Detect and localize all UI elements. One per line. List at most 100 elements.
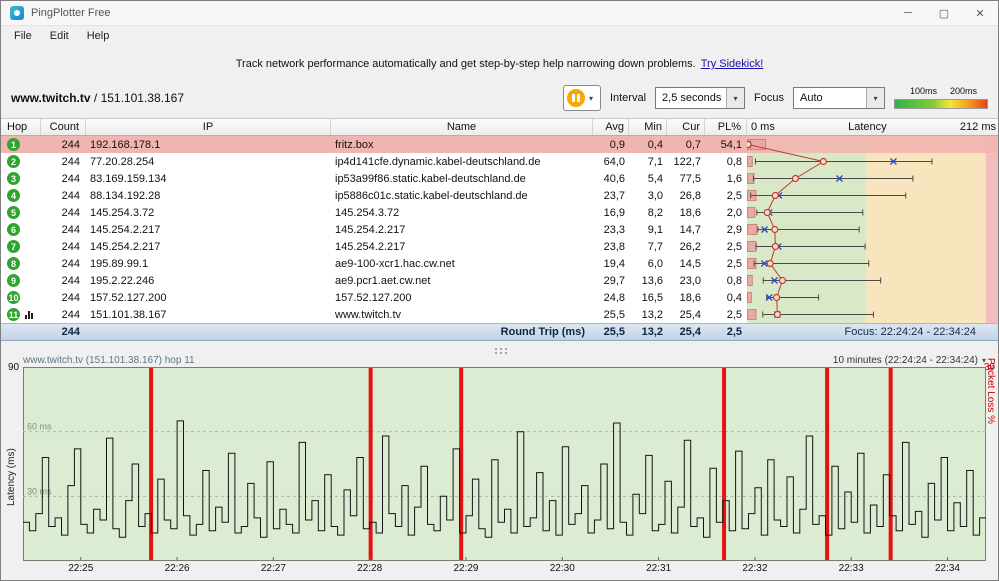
cell-hop: 3	[1, 170, 41, 187]
cell-hop: 10	[1, 289, 41, 306]
table-row[interactable]: 9 244 195.2.22.246 ae9.pcr1.aet.cw.net 29,7 1…	[1, 272, 747, 289]
cell-hop: 11	[1, 306, 41, 323]
table-row[interactable]: 5 244 145.254.3.72 145.254.3.72 16,9 8,2 18,6 2…	[1, 204, 747, 221]
cell-name: ae9-100-xcr1.hac.cw.net	[335, 257, 455, 270]
hop-latency-svg	[747, 136, 998, 323]
cell-ip: 145.254.2.217	[90, 223, 161, 236]
cell-min: 6,0	[647, 257, 663, 270]
svg-text:60 ms: 60 ms	[27, 422, 52, 432]
cell-count: 244	[61, 172, 80, 185]
table-row[interactable]: 10 244 157.52.127.200 157.52.127.200 24,8 16,…	[1, 289, 747, 306]
menu-edit[interactable]: Edit	[41, 28, 78, 44]
cell-avg: 0,9	[609, 138, 625, 151]
table-row[interactable]: 6 244 145.254.2.217 145.254.2.217 23,3 9,1 14,…	[1, 221, 747, 238]
table-row[interactable]: 8 244 195.89.99.1 ae9-100-xcr1.hac.cw.net 19…	[1, 255, 747, 272]
rt-pl: 2,5	[726, 326, 742, 338]
header-count[interactable]: Count	[41, 119, 86, 135]
cell-cur: 77,5	[679, 172, 701, 185]
hop-badge: 1	[7, 138, 20, 151]
hop-badge: 4	[7, 189, 20, 202]
cell-pl: 0,8	[726, 274, 742, 287]
cell-ip: 151.101.38.167	[90, 308, 167, 321]
cell-avg: 64,0	[603, 155, 625, 168]
cell-cur: 14,7	[679, 223, 701, 236]
cell-name: ip53a99f86.static.kabel-deutschland.de	[335, 172, 526, 185]
target-title: www.twitch.tv / 151.101.38.167	[11, 91, 184, 105]
timeline-plot[interactable]: 30 ms 60 ms	[23, 367, 986, 561]
cell-pl: 0,8	[726, 155, 742, 168]
hop-badge: 5	[7, 206, 20, 219]
cell-ip: 195.89.99.1	[90, 257, 149, 270]
cell-count: 244	[61, 189, 80, 202]
latency-color-legend: 100ms 200ms	[894, 86, 988, 110]
target-host: www.twitch.tv	[11, 91, 91, 105]
x-axis-label: 22:32	[742, 563, 768, 574]
cell-count: 244	[61, 274, 80, 287]
interval-label: Interval	[609, 92, 647, 104]
hop-badge: 11	[7, 308, 20, 321]
cell-hop: 5	[1, 204, 41, 221]
cell-count: 244	[61, 240, 80, 253]
cell-min: 7,1	[647, 155, 663, 168]
header-avg[interactable]: Avg	[593, 119, 629, 135]
cell-count: 244	[61, 155, 80, 168]
minimize-button[interactable]: ─	[890, 1, 926, 25]
timeline-svg: 30 ms60 ms	[23, 367, 986, 561]
chevron-down-icon[interactable]: ▾	[585, 94, 597, 103]
menu-file[interactable]: File	[5, 28, 41, 44]
menu-bar: File Edit Help	[1, 25, 998, 47]
promo-text: Track network performance automatically …	[235, 58, 696, 70]
table-row[interactable]: 4 244 88.134.192.28 ip5886c01c.static.kabel…	[1, 187, 747, 204]
legend-100ms-label: 100ms	[910, 86, 938, 96]
cell-avg: 23,7	[603, 189, 625, 202]
cell-name: www.twitch.tv	[335, 308, 402, 321]
header-hop[interactable]: Hop	[1, 119, 41, 135]
cell-cur: 18,6	[679, 206, 701, 219]
cell-hop: 7	[1, 238, 41, 255]
focus-value: Auto	[800, 92, 823, 104]
focus-select[interactable]: Auto ▾	[793, 87, 885, 109]
cell-min: 9,1	[647, 223, 663, 236]
timeline-range-label: 10 minutes (22:24:24 - 22:34:24)	[832, 354, 978, 366]
table-row[interactable]: 11 244 151.101.38.167 www.twitch.tv 25,5 13,2…	[1, 306, 747, 323]
header-min[interactable]: Min	[629, 119, 667, 135]
header-name[interactable]: Name	[331, 119, 593, 135]
pause-resume-control[interactable]: ▾	[562, 85, 601, 111]
cell-hop: 9	[1, 272, 41, 289]
header-pl[interactable]: PL%	[705, 119, 747, 135]
x-axis-label: 22:33	[838, 563, 864, 574]
timeline-target-label[interactable]: www.twitch.tv (151.101.38.167) hop 11	[23, 355, 195, 366]
cell-avg: 23,8	[603, 240, 625, 253]
table-row[interactable]: 2 244 77.20.28.254 ip4d141cfe.dynamic.kabel…	[1, 153, 747, 170]
maximize-button[interactable]: ▢	[926, 1, 962, 25]
cell-min: 13,6	[641, 274, 663, 287]
legend-200ms-label: 200ms	[950, 86, 978, 96]
title-bar: PingPlotter Free ─ ▢ ✕	[1, 1, 998, 26]
cell-avg: 19,4	[603, 257, 625, 270]
try-sidekick-link[interactable]: Try Sidekick!	[701, 58, 764, 70]
table-row[interactable]: 1 244 192.168.178.1 fritz.box 0,9 0,4 0,7 54,1	[1, 136, 747, 153]
menu-help[interactable]: Help	[78, 28, 119, 44]
close-button[interactable]: ✕	[962, 1, 998, 25]
cell-min: 0,4	[647, 138, 663, 151]
cell-name: 145.254.2.217	[335, 223, 406, 236]
table-row[interactable]: 7 244 145.254.2.217 145.254.2.217 23,8 7,7 26,…	[1, 238, 747, 255]
target-bar: www.twitch.tv / 151.101.38.167 ▾ Interva…	[1, 81, 998, 115]
rt-min: 13,2	[641, 326, 663, 338]
hop-badge: 8	[7, 257, 20, 270]
cell-count: 244	[61, 257, 80, 270]
roundtrip-row: 244 Round Trip (ms) 25,5 13,2 25,4 2,5 F…	[1, 323, 998, 341]
hop-badge: 2	[7, 155, 20, 168]
latency-title: Latency	[848, 121, 887, 133]
focus-range-label[interactable]: Focus: 22:24:24 - 22:34:24	[747, 326, 998, 338]
table-row[interactable]: 3 244 83.169.159.134 ip53a99f86.static.kabe…	[1, 170, 747, 187]
header-ip[interactable]: IP	[86, 119, 331, 135]
cell-name: ae9.pcr1.aet.cw.net	[335, 274, 431, 287]
header-cur[interactable]: Cur	[667, 119, 705, 135]
chevron-down-icon: ▾	[866, 88, 884, 108]
x-axis-label: 22:25	[68, 563, 94, 574]
y-axis-title: Latency (ms)	[6, 448, 17, 506]
interval-select[interactable]: 2,5 seconds ▾	[655, 87, 746, 109]
cell-pl: 0,4	[726, 291, 742, 304]
timeline-range-select[interactable]: 10 minutes (22:24:24 - 22:34:24) ▾	[833, 355, 986, 366]
